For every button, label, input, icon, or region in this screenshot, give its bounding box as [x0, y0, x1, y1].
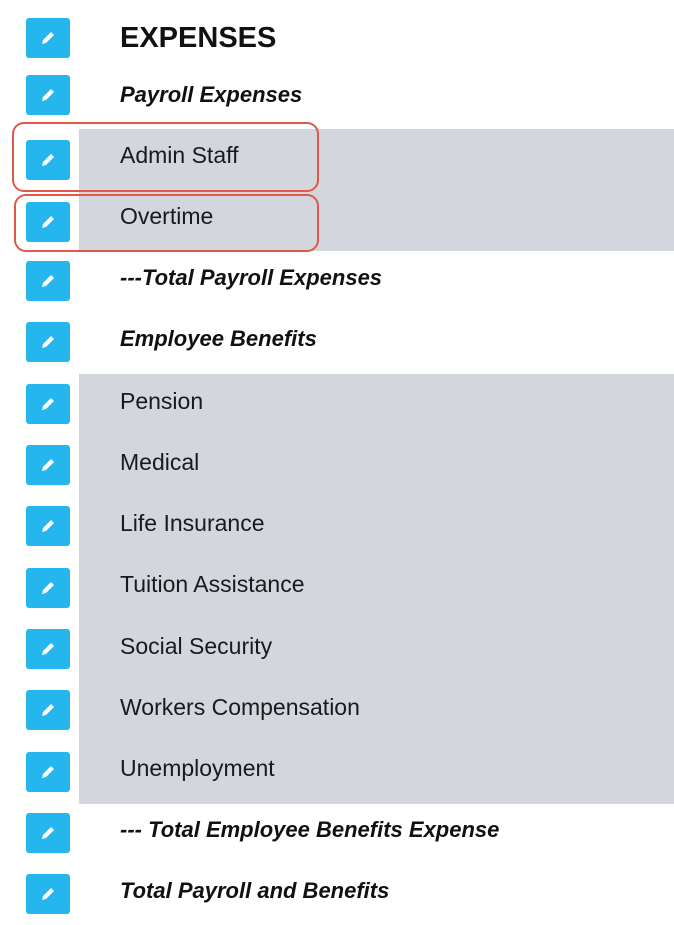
pencil-icon [42, 582, 54, 594]
row-label: Tuition Assistance [120, 571, 305, 597]
row-label: Unemployment [120, 755, 275, 781]
row-label: Total Payroll and Benefits [120, 878, 390, 903]
row-label: Life Insurance [120, 510, 265, 536]
row-label: Payroll Expenses [120, 82, 303, 107]
row-label: --- Total Employee Benefits Expense [120, 817, 500, 842]
pencil-icon [42, 888, 54, 900]
edit-button[interactable] [26, 629, 70, 669]
edit-button[interactable] [26, 874, 70, 914]
list-item-medical: Medical [0, 435, 674, 496]
pencil-icon [42, 398, 54, 410]
pencil-icon [42, 32, 54, 44]
pencil-icon [42, 643, 54, 655]
list-item-social-security: Social Security [0, 619, 674, 680]
pencil-icon [42, 827, 54, 839]
list-item-tuition-assistance: Tuition Assistance [0, 558, 674, 619]
pencil-icon [42, 520, 54, 532]
edit-button[interactable] [26, 506, 70, 546]
edit-button[interactable] [26, 813, 70, 853]
edit-button[interactable] [26, 690, 70, 730]
list-item-expenses: EXPENSES [0, 8, 674, 69]
edit-button[interactable] [26, 322, 70, 362]
pencil-icon [42, 275, 54, 287]
list-item-total-employee-benefits: --- Total Employee Benefits Expense [0, 803, 674, 864]
row-label: Medical [120, 449, 200, 475]
list-item-total-payroll-and-benefits: Total Payroll and Benefits [0, 864, 674, 925]
list-item-employee-benefits: Employee Benefits [0, 312, 674, 373]
edit-button[interactable] [26, 445, 70, 485]
edit-button[interactable] [26, 75, 70, 115]
pencil-icon [42, 89, 54, 101]
pencil-icon [42, 704, 54, 716]
list-item-total-payroll-expenses: ---Total Payroll Expenses [0, 251, 674, 312]
edit-button[interactable] [26, 18, 70, 58]
list-item-unemployment: Unemployment [0, 742, 674, 803]
highlight-outline [12, 122, 319, 192]
pencil-icon [42, 336, 54, 348]
pencil-icon [42, 766, 54, 778]
list-item-workers-compensation: Workers Compensation [0, 680, 674, 741]
list-item-pension: Pension [0, 374, 674, 435]
row-label: Pension [120, 388, 204, 414]
row-label: Employee Benefits [120, 326, 317, 351]
edit-button[interactable] [26, 752, 70, 792]
edit-button[interactable] [26, 568, 70, 608]
pencil-icon [42, 459, 54, 471]
row-label: ---Total Payroll Expenses [120, 265, 383, 290]
edit-button[interactable] [26, 261, 70, 301]
list-item-life-insurance: Life Insurance [0, 496, 674, 557]
row-label: Workers Compensation [120, 694, 360, 720]
edit-button[interactable] [26, 384, 70, 424]
highlight-outline [14, 194, 319, 252]
row-label: EXPENSES [120, 22, 277, 54]
row-label: Social Security [120, 633, 273, 659]
